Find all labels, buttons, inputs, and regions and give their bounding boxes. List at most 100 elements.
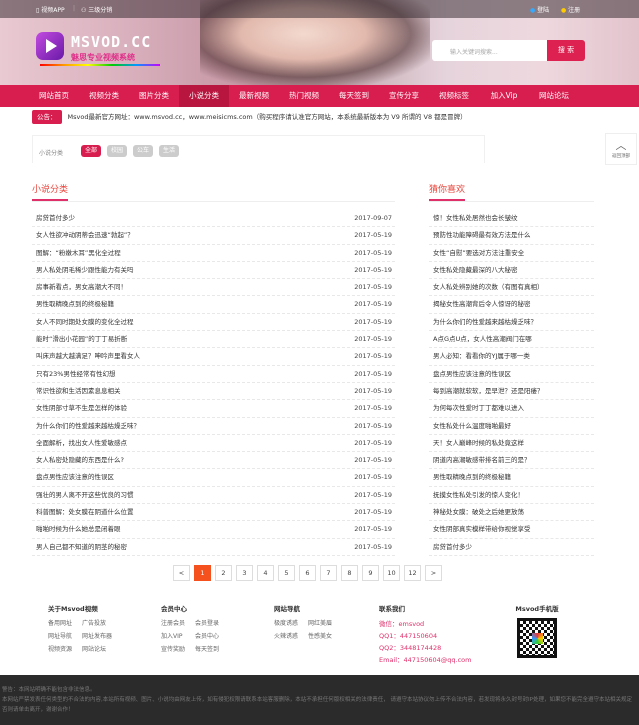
filter-campus[interactable]: 校园 [107, 145, 128, 157]
list-item-title[interactable]: 图解：“粉嫩木耳”黑化全过程 [36, 249, 121, 257]
nav-image-category[interactable]: 图片分类 [129, 85, 179, 107]
recommend-item[interactable]: 盘点男性应该注意的性误区 [429, 366, 594, 383]
list-item-title[interactable]: 房事新看点，男女高潮大不同！ [36, 283, 127, 291]
footer-link[interactable]: 宣传奖励 [161, 644, 195, 653]
list-item-title[interactable]: 为什么你们的性爱越来越枯燥乏味？ [36, 422, 140, 430]
page-button[interactable]: 8 [341, 565, 358, 581]
footer-link[interactable]: 极度诱惑 [274, 618, 308, 627]
list-item[interactable]: 叫床声越大越满足？呻吟声里看女人 2017-05-19 [32, 348, 395, 366]
recommend-item[interactable]: 女人私处辨别她的次数（有图有真相） [429, 279, 594, 297]
recommend-item[interactable]: 男人必知：看看你的YJ属于哪一类 [429, 348, 594, 366]
page-button[interactable]: 7 [320, 565, 337, 581]
nav-novel-category[interactable]: 小说分类 [179, 85, 229, 107]
list-item-title[interactable]: 女人私密处隐藏的东西是什么? [36, 456, 124, 464]
recommend-item[interactable]: 房贷首付多少 [429, 539, 594, 556]
recommend-item[interactable]: 为何每次性爱时丁丁都难以进入 [429, 400, 594, 418]
prev-page-button[interactable]: < [173, 565, 190, 581]
recommend-item[interactable]: 男性取精晚点到的终极秘籍 [429, 469, 594, 487]
list-item[interactable]: 男人私处阴毛稀少跟性能力有关吗 2017-05-19 [32, 262, 395, 280]
footer-link[interactable]: 广告投放 [82, 618, 122, 627]
list-item-title[interactable]: 女人性欲冲动阴蒂会迅速“勃起”？ [36, 231, 134, 239]
page-button[interactable]: 3 [236, 565, 253, 581]
recommend-item[interactable]: 预防性功能障碍最有效方法是什么 [429, 227, 594, 245]
page-button[interactable]: 9 [362, 565, 379, 581]
list-item[interactable]: 全面解析，找出女人性爱敏感点 2017-05-19 [32, 435, 395, 453]
list-item-title[interactable]: 男性取精晚点到的终极秘籍 [36, 300, 114, 308]
list-item[interactable]: 强壮的男人离不开这些优良的习惯 2017-05-19 [32, 487, 395, 505]
page-button[interactable]: 2 [215, 565, 232, 581]
list-item[interactable]: 房事新看点，男女高潮大不同！ 2017-05-19 [32, 279, 395, 297]
list-item[interactable]: 女人不同时期处女膜的变化全过程 2017-05-19 [32, 314, 395, 332]
footer-link[interactable]: 网址发布器 [82, 631, 122, 640]
nav-video-tags[interactable]: 视频标签 [429, 85, 479, 107]
nav-video-category[interactable]: 视频分类 [79, 85, 129, 107]
list-item-title[interactable]: 女人不同时期处女膜的变化全过程 [36, 318, 134, 326]
nav-hot-video[interactable]: 热门视频 [279, 85, 329, 107]
recommend-item[interactable]: 女性私处什么温度啪啪最好 [429, 418, 594, 435]
nav-latest-video[interactable]: 最新视频 [229, 85, 279, 107]
next-page-button[interactable]: > [425, 565, 442, 581]
footer-link[interactable]: 视频资源 [48, 644, 82, 653]
footer-link[interactable]: 会员登录 [195, 618, 235, 627]
list-item-title[interactable]: 盘点男性应该注意的性误区 [36, 473, 114, 481]
register-link[interactable]: ● 注册 [561, 5, 580, 14]
logo-play-icon[interactable] [36, 32, 64, 60]
list-item-title[interactable]: 男人自己都不知道的阴茎的秘密 [36, 543, 127, 551]
recommend-item[interactable]: 每到高潮就软软，是早泄？还是阳痿？ [429, 383, 594, 401]
recommend-item[interactable]: 天！女人巅峰时候的私处竟这样 [429, 435, 594, 453]
list-item[interactable]: 盘点男性应该注意的性误区 2017-05-19 [32, 469, 395, 487]
list-item[interactable]: 女人私密处隐藏的东西是什么? 2017-05-19 [32, 452, 395, 470]
list-item[interactable]: 能时“滑出小花园”的丁丁易折断 2017-05-19 [32, 331, 395, 349]
recommend-item[interactable]: A点G点U点，女人性高潮阀门在哪 [429, 331, 594, 349]
recommend-item[interactable]: 女性“自慰”要选对方法注重安全 [429, 245, 594, 262]
nav-share[interactable]: 宣传分享 [379, 85, 429, 107]
recommend-item[interactable]: 为什么你们的性爱越来越枯燥乏味？ [429, 314, 594, 332]
list-item[interactable]: 图解：“粉嫩木耳”黑化全过程 2017-05-19 [32, 245, 395, 262]
list-item[interactable]: 男性取精晚点到的终极秘籍 2017-05-19 [32, 296, 395, 314]
nav-join-vip[interactable]: 加入Vip [479, 85, 529, 107]
list-item[interactable]: 为什么你们的性爱越来越枯燥乏味？ 2017-05-19 [32, 418, 395, 435]
page-button[interactable]: 10 [383, 565, 400, 581]
list-item-title[interactable]: 科普图解：处女膜在阴道什么位置 [36, 508, 134, 516]
list-item-title[interactable]: 强壮的男人离不开这些优良的习惯 [36, 491, 134, 499]
page-button[interactable]: 4 [257, 565, 274, 581]
recommend-item[interactable]: 神秘处女膜：破处之后她更放荡 [429, 504, 594, 522]
list-item[interactable]: 只有23%男性经常有性幻想 2017-05-19 [32, 366, 395, 383]
footer-link[interactable]: 备用网址 [48, 618, 82, 627]
list-item-title[interactable]: 叫床声越大越满足？呻吟声里看女人 [36, 352, 140, 360]
footer-link[interactable]: 火辣诱惑 [274, 631, 308, 640]
page-button[interactable]: 1 [194, 565, 211, 581]
page-button[interactable]: 5 [278, 565, 295, 581]
list-item[interactable]: 女人性欲冲动阴蒂会迅速“勃起”？ 2017-05-19 [32, 227, 395, 245]
app-link[interactable]: ▯ 视频APP [36, 5, 65, 14]
recommend-item[interactable]: 阴道内高潮敏感带排名前三的是？ [429, 452, 594, 470]
list-item[interactable]: 常识性欲和生活因素息息相关 2017-05-19 [32, 383, 395, 401]
list-item-title[interactable]: 女性阴部寸草不生是怎样的体验 [36, 404, 127, 412]
list-item-title[interactable]: 全面解析，找出女人性爱敏感点 [36, 439, 127, 447]
footer-link[interactable]: 网红美眉 [308, 618, 348, 627]
list-item-title[interactable]: 只有23%男性经常有性幻想 [36, 370, 115, 378]
nav-daily-signin[interactable]: 每天签到 [329, 85, 379, 107]
list-item-title[interactable]: 能时“滑出小花园”的丁丁易折断 [36, 335, 127, 343]
recommend-item[interactable]: 抚摸女性私处引发的惊人变化！ [429, 487, 594, 505]
list-item[interactable]: 男人自己都不知道的阴茎的秘密 2017-05-19 [32, 539, 395, 556]
list-item-title[interactable]: 啪啪时候为什么她总是闭着眼 [36, 525, 121, 533]
recommend-item[interactable]: 女性私处隐藏最深的八大秘密 [429, 262, 594, 280]
page-button[interactable]: 12 [404, 565, 421, 581]
list-item[interactable]: 女性阴部寸草不生是怎样的体验 2017-05-19 [32, 400, 395, 418]
footer-link[interactable]: 性感美女 [308, 631, 348, 640]
recommend-item[interactable]: 揭秘女性高潮背后令人惊讶的秘密 [429, 296, 594, 314]
footer-link[interactable]: 网站论坛 [82, 644, 122, 653]
list-item-title[interactable]: 常识性欲和生活因素息息相关 [36, 387, 121, 395]
filter-all[interactable]: 全部 [81, 145, 102, 157]
login-link[interactable]: ● 登陆 [530, 5, 549, 14]
footer-link[interactable]: 加入VIP [161, 631, 195, 640]
list-item-title[interactable]: 男人私处阴毛稀少跟性能力有关吗 [36, 266, 134, 274]
dist-link[interactable]: ⚇ 三级分销 [81, 5, 112, 14]
back-to-top-button[interactable]: ︿ 返回顶部 [605, 133, 637, 165]
list-item[interactable]: 啪啪时候为什么她总是闭着眼 2017-05-19 [32, 521, 395, 539]
footer-link[interactable]: 注册会员 [161, 618, 195, 627]
recommend-item[interactable]: 惊！女性私处居然也会长皱纹 [429, 210, 594, 228]
search-input[interactable]: 输入关键词搜索... [432, 40, 547, 61]
recommend-item[interactable]: 女性阴部真实模样带给你视觉享受 [429, 521, 594, 539]
